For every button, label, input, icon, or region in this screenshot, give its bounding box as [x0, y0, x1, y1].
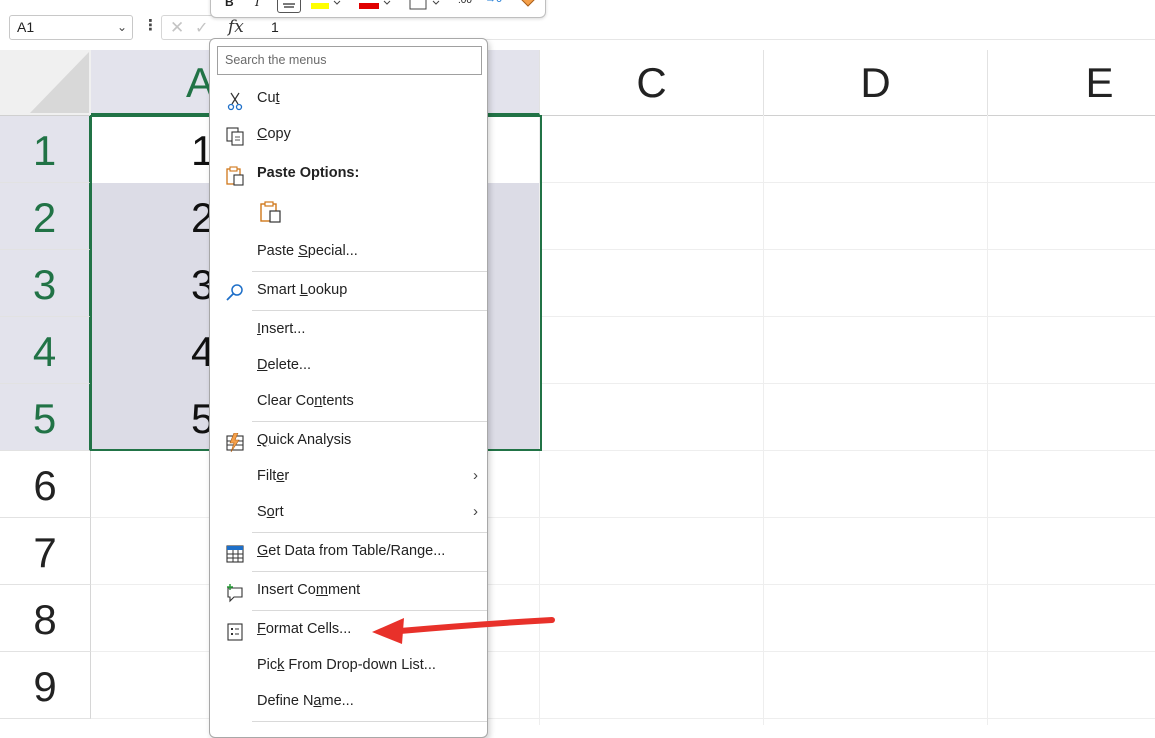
row-header-9[interactable]: 9 [0, 652, 91, 719]
menu-label: Insert Comment [257, 582, 361, 598]
increase-decimal-icon[interactable]: .00 [458, 0, 472, 6]
comment-icon [225, 581, 245, 603]
formula-buttons: ✕ ✓ fx [161, 15, 261, 40]
column-header-c[interactable]: C [540, 50, 764, 115]
menu-item-pick-from-list[interactable]: Pick From Drop-down List... [211, 647, 488, 683]
menu-heading-paste-options: Paste Options: [211, 155, 488, 191]
chevron-down-icon[interactable]: ⌄ [117, 16, 127, 39]
chevron-right-icon: › [473, 467, 478, 484]
borders-icon[interactable] [409, 0, 441, 14]
row-header-5[interactable]: 5 [0, 384, 91, 451]
menu-label: Smart Lookup [257, 282, 348, 298]
more-options-icon[interactable]: ⋮ [143, 16, 158, 34]
menu-label: Pick From Drop-down List... [257, 657, 436, 673]
mini-toolbar: B I .00 →0 [210, 0, 546, 18]
column-header-e[interactable]: E [988, 50, 1155, 115]
menu-label: Copy [257, 126, 291, 142]
menu-label: Filter [257, 468, 290, 484]
menu-label: Delete... [257, 357, 312, 373]
check-icon[interactable]: ✓ [195, 18, 208, 38]
clipboard-icon [225, 164, 245, 186]
table-icon [225, 542, 245, 563]
menu-label: Paste Special... [257, 243, 358, 259]
insert-function-icon[interactable]: fx [228, 17, 244, 37]
name-box[interactable]: A1 ⌄ [9, 15, 133, 40]
annotation-arrow [372, 617, 555, 644]
menu-item-copy[interactable]: Copy [211, 116, 488, 152]
menu-label: Quick Analysis [257, 432, 352, 448]
chevron-right-icon: › [473, 503, 478, 520]
paste-icon [259, 200, 283, 224]
cancel-icon[interactable]: ✕ [170, 18, 184, 38]
row-header-1[interactable]: 1 [0, 116, 91, 183]
column-header-d[interactable]: D [764, 50, 988, 115]
formula-bar: A1 ⌄ ⋮ ✕ ✓ fx 1 [0, 0, 1155, 42]
menu-label: Cut [257, 90, 280, 106]
menu-label: Insert... [257, 321, 306, 337]
formula-input[interactable]: 1 [261, 15, 1155, 40]
quick-analysis-icon [225, 431, 245, 453]
italic-icon[interactable]: I [255, 0, 260, 9]
menu-item-get-data[interactable]: Get Data from Table/Range... [211, 533, 488, 569]
menu-item-delete[interactable]: Delete... [211, 347, 488, 383]
copy-icon [225, 125, 245, 146]
menu-item-quick-analysis[interactable]: Quick Analysis [211, 422, 488, 458]
row-header-4[interactable]: 4 [0, 317, 91, 384]
menu-label: Format Cells... [257, 621, 352, 637]
row-header-3[interactable]: 3 [0, 250, 91, 317]
search-icon [225, 281, 245, 301]
paste-option-button[interactable] [211, 194, 488, 230]
select-all-corner[interactable] [0, 50, 91, 115]
menu-item-cut[interactable]: Cut [211, 80, 488, 116]
decrease-decimal-icon[interactable]: →0 [485, 0, 502, 5]
menu-item-smart-lookup[interactable]: Smart Lookup [211, 272, 488, 308]
menu-separator [252, 721, 487, 722]
menu-item-clear-contents[interactable]: Clear Contents [211, 383, 488, 419]
format-painter-icon[interactable] [519, 0, 537, 12]
row-header-6[interactable]: 6 [0, 451, 91, 518]
menu-item-sort[interactable]: Sort › [211, 494, 488, 530]
menu-label: Define Name... [257, 693, 354, 709]
grid-line [763, 115, 764, 725]
row-header-8[interactable]: 8 [0, 585, 91, 652]
row-header-2[interactable]: 2 [0, 183, 91, 250]
menu-item-paste-special[interactable]: Paste Special... [211, 233, 488, 269]
fill-color-icon[interactable] [311, 0, 341, 14]
menu-search-input[interactable]: Search the menus [217, 46, 482, 75]
row-header-7[interactable]: 7 [0, 518, 91, 585]
menu-label: Paste Options: [257, 165, 360, 181]
format-cells-icon [225, 620, 245, 641]
grid-line [987, 115, 988, 725]
menu-item-filter[interactable]: Filter › [211, 458, 488, 494]
menu-item-define-name[interactable]: Define Name... [211, 683, 488, 719]
menu-item-insert[interactable]: Insert... [211, 311, 488, 347]
name-box-value: A1 [17, 19, 35, 35]
menu-label: Sort [257, 504, 284, 520]
align-center-icon[interactable] [277, 0, 301, 13]
menu-label: Clear Contents [257, 393, 354, 409]
menu-label: Get Data from Table/Range... [257, 543, 446, 559]
menu-item-insert-comment[interactable]: Insert Comment [211, 572, 488, 608]
scissors-icon [225, 89, 245, 111]
font-color-icon[interactable] [359, 0, 391, 14]
bold-icon[interactable]: B [225, 0, 234, 9]
